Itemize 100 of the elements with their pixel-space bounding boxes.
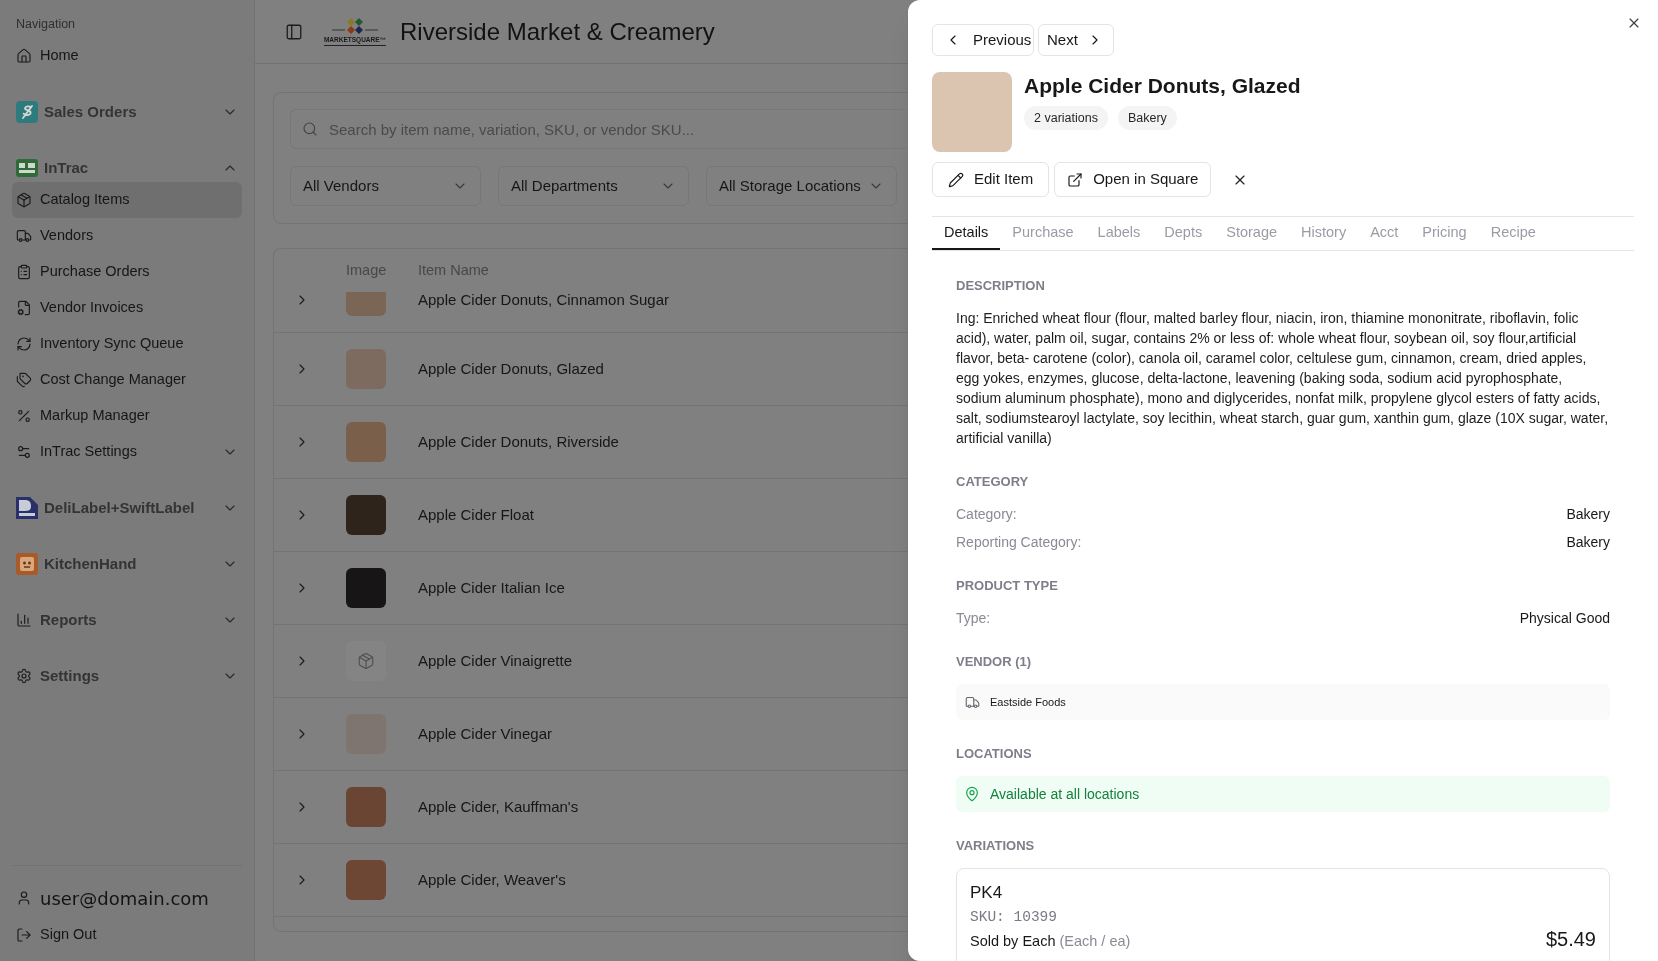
nav-heading: Navigation [15,16,77,33]
app-logo-icon [16,497,38,519]
section-heading: VENDOR (1) [956,653,1033,671]
sign-out-button[interactable]: Sign Out [12,918,242,952]
tab[interactable]: Pricing [1410,217,1479,250]
app-menu-toggle[interactable]: KitchenHand [12,546,242,582]
clipboard-icon [16,264,32,280]
tab[interactable]: Acct [1358,217,1411,250]
home-icon [16,48,32,64]
locations-text: Available at all locations [990,784,1140,804]
previous-button[interactable]: Previous [932,24,1034,56]
item-name-cell-text: Apple Cider, Kauffman's [418,796,579,817]
sold-by-text: Sold by Each [970,932,1056,951]
app-menu-toggle[interactable]: DeliLabel+SwiftLabel [12,490,242,526]
variation-name: PK4 [970,882,1004,904]
nav-group-toggle[interactable]: Settings [12,658,242,694]
item-name-cell-text: Apple Cider Vinegar [418,723,552,744]
nav-link[interactable]: Purchase Orders [12,254,242,290]
tab[interactable]: Storage [1214,217,1289,250]
item-name-cell: Apple Cider Donuts, Cinnamon Sugar [418,290,669,310]
variation-sku: SKU: 10399 [970,908,1058,927]
filter-dropdown[interactable]: All Storage Locations [706,166,897,206]
edit-item-button[interactable]: Edit Item [932,162,1050,197]
section-heading: VARIATIONS [956,837,1036,855]
column-header: Image [346,260,388,280]
app-logo-icon [16,553,38,575]
vendor-name: Eastside Foods [990,694,1066,710]
section-heading: PRODUCT TYPE [956,577,1059,595]
truck-icon [16,228,32,244]
external-link-icon [1067,171,1084,188]
item-name-cell-text: Apple Cider Vinaigrette [418,650,572,671]
item-name-cell-text: Apple Cider, Weaver's [418,869,566,890]
tab[interactable]: History [1289,217,1359,250]
user-icon [16,890,32,906]
photo-placeholder [346,860,386,900]
photo-placeholder [346,568,386,608]
column-header: Item Name [418,260,489,280]
field-value: Bakery [1566,504,1610,524]
next-button[interactable]: Next [1038,24,1114,56]
field-label: Type: [956,608,991,628]
field-value: Physical Good [1519,608,1610,628]
photo-placeholder [346,495,386,535]
field-value: Bakery [1566,532,1610,552]
photo-placeholder [346,292,386,316]
filter-dropdown[interactable]: All Vendors [290,166,481,206]
app-menu-toggle[interactable]: Sales Orders [12,94,242,130]
nav-group-toggle[interactable]: Reports [12,602,242,638]
open-in-square-button[interactable]: Open in Square [1054,162,1212,197]
filter-dropdown[interactable]: All Departments [498,166,689,206]
app-logo-icon [16,101,38,123]
nav-link[interactable]: Catalog Items [12,182,242,218]
photo-placeholder [346,349,386,389]
photo-placeholder [346,422,386,462]
field-label: Category: [956,504,1017,524]
nav-group-toggle[interactable]: InTrac Settings [12,434,242,470]
nav-link[interactable]: Cost Change Manager [12,362,242,398]
user-email: user@domain.com [40,886,209,911]
tab[interactable]: Recipe [1478,217,1548,250]
pencil-icon [948,171,964,188]
nav-link[interactable]: Vendors [12,218,242,254]
tab[interactable]: Depts [1152,217,1215,250]
item-name-cell-text: Apple Cider Float [418,504,534,525]
field-label: Reporting Category: [956,532,1082,552]
nav-link[interactable]: Vendor Invoices [12,290,242,326]
map-pin-icon [964,786,980,802]
nav-link[interactable]: Inventory Sync Queue [12,326,242,362]
item-name-cell-text: Apple Cider Donuts, Riverside [418,431,619,452]
search-icon [302,121,318,137]
unit-text: (Each / ea) [1059,932,1131,951]
file-icon [16,300,32,316]
bar-chart-icon [16,612,32,628]
tab[interactable]: Purchase [1000,217,1086,250]
item-name-cell-text: Apple Cider Donuts, Glazed [418,358,604,379]
section-heading: DESCRIPTION [956,277,1046,295]
panel-icon [285,22,303,41]
variation-price: $5.49 [1545,927,1596,951]
tab[interactable]: Labels [1085,217,1153,250]
nav-link[interactable]: Markup Manager [12,398,242,434]
percent-icon [16,408,32,424]
truck-icon [965,694,980,710]
item-name-cell-text: Apple Cider Italian Ice [418,577,565,598]
store-title: Riverside Market & Creamery [400,16,715,47]
badge: Bakery [1117,106,1177,130]
sliders-icon [16,444,32,460]
package-placeholder-icon [346,641,386,681]
photo-placeholder [346,787,386,827]
app-logo-icon [16,157,38,179]
tags-icon [16,372,32,388]
package-icon [16,192,32,208]
section-heading: CATEGORY [956,473,1030,491]
badge: 2 variations [1024,106,1108,130]
tab[interactable]: Details [932,217,1001,250]
sign-out-icon [16,927,32,943]
description-text: Ing: Enriched wheat flour (flour, malted barley flour, niacin, iron, thiamine mononitrate, riboflavin, folic acid), water, palm oil, sugar, contains 2% or less of: whole wheat flour, soybean oil, soy flour,artificial flavor, beta- carotene (color), canola oil, caramel color, celtulese gum, cinnamon, cream, dried apples, egg yokes, enzymes, glucose, delta-lactone, leavening (baking soda, sodium acid pyrophosphate, sodium aluminum phosphate), mono and diglycerides, nonfat milk, propylene glycol esters of fatty acids, salt, sodiumstearoyl lactylate, soy lecithin, wheat starch, guar gum, xanthin gum, glaze (10X sugar, water, artificial vanilla) [956,309,1610,448]
section-heading: LOCATIONS [956,745,1033,763]
item-title: Apple Cider Donuts, Glazed [1024,73,1301,99]
nav-link[interactable]: Home [12,38,242,74]
refresh-icon [16,336,32,352]
sidebar-toggle-button[interactable] [285,22,303,41]
gear-icon [16,668,32,684]
